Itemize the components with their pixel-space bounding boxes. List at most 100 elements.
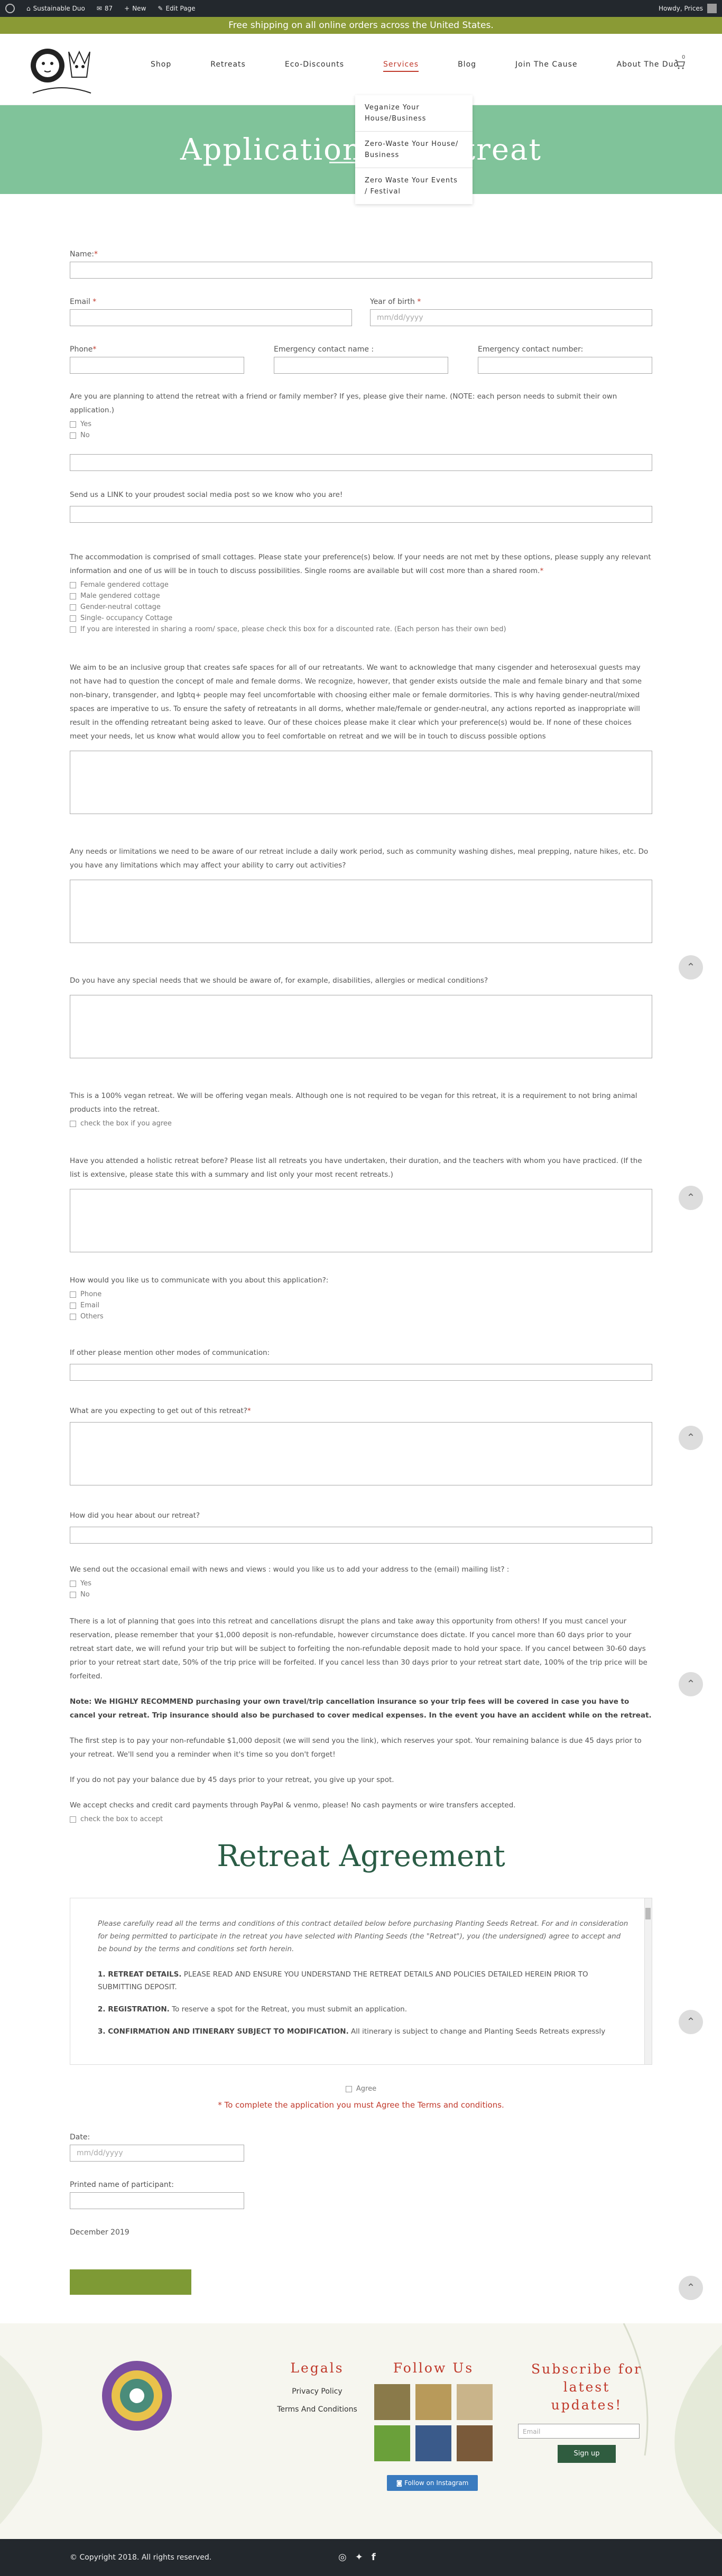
- comm-others-checkbox[interactable]: [70, 1313, 76, 1320]
- instagram-icon[interactable]: ◎: [338, 2552, 347, 2563]
- admin-new[interactable]: + New: [124, 5, 146, 12]
- social-links: ◎ ✦ f: [338, 2552, 376, 2563]
- nav-blog[interactable]: Blog: [458, 60, 476, 72]
- scroll-top-button-3[interactable]: ⌃: [679, 1426, 703, 1450]
- accept-label: check the box to accept: [80, 1815, 163, 1823]
- scroll-top-button[interactable]: ⌃: [679, 955, 703, 980]
- other-modes-question: If other please mention other modes of c…: [70, 1349, 270, 1357]
- dropdown-item-zero-waste-house[interactable]: Zero-Waste Your House/ Business: [355, 132, 473, 168]
- instagram-photo[interactable]: [457, 2425, 493, 2461]
- terms-link[interactable]: Terms And Conditions: [264, 2405, 370, 2414]
- accom-single-checkbox[interactable]: [70, 615, 76, 622]
- instagram-photo[interactable]: [374, 2384, 410, 2420]
- dob-input[interactable]: mm/dd/yyyy: [370, 309, 652, 326]
- agreement-scrollbox[interactable]: Please carefully read all the terms and …: [70, 1898, 652, 2065]
- agreement-item-3: 3. CONFIRMATION AND ITINERARY SUBJECT TO…: [98, 2025, 631, 2038]
- agreement-scrollbar[interactable]: [644, 1898, 652, 2064]
- plus-icon: +: [124, 5, 130, 12]
- facebook-icon[interactable]: f: [372, 2552, 376, 2563]
- footer-logo[interactable]: [98, 2357, 175, 2434]
- comm-phone-label: Phone: [80, 1290, 102, 1298]
- comment-icon: ✉: [96, 5, 102, 12]
- inclusive-paragraph: We aim to be an inclusive group that cre…: [70, 663, 642, 741]
- scroll-top-button-4[interactable]: ⌃: [679, 1672, 703, 1696]
- instagram-photo[interactable]: [415, 2384, 451, 2420]
- friend-yes-label: Yes: [80, 420, 91, 428]
- instagram-photo[interactable]: [415, 2425, 451, 2461]
- admin-edit-page[interactable]: ✎ Edit Page: [158, 5, 195, 12]
- comm-others-label: Others: [80, 1313, 104, 1321]
- agreement-item-3-body: All itinerary is subject to change and P…: [351, 2027, 606, 2036]
- wp-logo-icon[interactable]: [5, 4, 15, 13]
- friend-no-checkbox[interactable]: [70, 432, 76, 439]
- signup-button[interactable]: Sign up: [558, 2445, 616, 2463]
- scroll-top-button-2[interactable]: ⌃: [679, 1186, 703, 1210]
- accom-neutral-checkbox[interactable]: [70, 604, 76, 611]
- social-question: Send us a LINK to your proudest social m…: [70, 491, 343, 499]
- scroll-top-button-6[interactable]: ⌃: [679, 2276, 703, 2300]
- legals-title: Legals: [290, 2360, 344, 2376]
- chevron-up-icon: ⌃: [686, 961, 696, 973]
- admin-new-label: New: [132, 5, 146, 12]
- other-modes-input[interactable]: [70, 1364, 652, 1381]
- printed-name-input[interactable]: [70, 2192, 244, 2209]
- ec-name-input[interactable]: [274, 357, 448, 374]
- special-needs-textarea[interactable]: [70, 995, 652, 1058]
- expectations-textarea[interactable]: [70, 1422, 652, 1485]
- name-input[interactable]: [70, 262, 652, 279]
- ec-number-input[interactable]: [478, 357, 652, 374]
- admin-comments[interactable]: ✉ 87: [97, 5, 113, 12]
- dropdown-item-veganize[interactable]: Veganize Your House/Business: [355, 95, 473, 132]
- vegan-agree-checkbox[interactable]: [70, 1120, 76, 1127]
- holistic-textarea[interactable]: [70, 1189, 652, 1252]
- accom-female-checkbox[interactable]: [70, 581, 76, 588]
- follow-instagram-button[interactable]: ◙ Follow on Instagram: [387, 2475, 478, 2491]
- date-input[interactable]: mm/dd/yyyy: [70, 2145, 244, 2162]
- cart-icon[interactable]: 0: [673, 54, 686, 70]
- pencil-icon: ✎: [158, 5, 163, 12]
- friend-name-input[interactable]: [70, 454, 652, 471]
- admin-site-name[interactable]: ⌂ Sustainable Duo: [26, 5, 85, 12]
- comm-email-checkbox[interactable]: [70, 1302, 76, 1309]
- balance-paragraph: If you do not pay your balance due by 45…: [70, 1776, 394, 1784]
- site-footer: Legals Privacy Policy Terms And Conditio…: [0, 2323, 722, 2539]
- instagram-photo[interactable]: [374, 2425, 410, 2461]
- follow-title: Follow Us: [393, 2360, 474, 2376]
- agree-checkbox[interactable]: [345, 2085, 352, 2092]
- mailing-yes-checkbox[interactable]: [70, 1580, 76, 1587]
- agreement-item-1-head: 1. RETREAT DETAILS.: [98, 1970, 182, 1979]
- howdy-label: Howdy, Prices: [658, 5, 703, 12]
- nav-services[interactable]: Services: [383, 60, 419, 72]
- friend-yes-checkbox[interactable]: [70, 421, 76, 428]
- submit-button[interactable]: [70, 2269, 191, 2295]
- comm-phone-checkbox[interactable]: [70, 1291, 76, 1298]
- mailing-no-checkbox[interactable]: [70, 1591, 76, 1598]
- admin-account[interactable]: Howdy, Prices: [659, 4, 717, 13]
- nav-about-the-duo[interactable]: About The Duo: [617, 60, 679, 72]
- phone-input[interactable]: [70, 357, 244, 374]
- nav-eco-discounts[interactable]: Eco-Discounts: [285, 60, 344, 72]
- accom-share-checkbox[interactable]: [70, 626, 76, 633]
- ec-number-label: Emergency contact number:: [478, 345, 584, 354]
- nav-shop[interactable]: Shop: [151, 60, 171, 72]
- agreement-item-2: 2. REGISTRATION. To reserve a spot for t…: [98, 2003, 631, 2016]
- site-logo[interactable]: [27, 39, 96, 101]
- accom-male-checkbox[interactable]: [70, 593, 76, 599]
- agreement-scroll-thumb[interactable]: [645, 1908, 651, 1919]
- subscribe-email-input[interactable]: Email: [518, 2424, 640, 2439]
- nav-retreats[interactable]: Retreats: [210, 60, 246, 72]
- email-input[interactable]: [70, 309, 352, 326]
- cart-count: 0: [682, 54, 686, 60]
- social-link-input[interactable]: [70, 506, 652, 523]
- instagram-photo[interactable]: [457, 2384, 493, 2420]
- scroll-top-button-5[interactable]: ⌃: [679, 2010, 703, 2034]
- accept-checkbox[interactable]: [70, 1816, 76, 1823]
- agreement-warning: * To complete the application you must A…: [218, 2100, 504, 2110]
- hear-about-input[interactable]: [70, 1527, 652, 1544]
- limitations-textarea[interactable]: [70, 880, 652, 943]
- twitter-icon[interactable]: ✦: [355, 2552, 363, 2563]
- privacy-link[interactable]: Privacy Policy: [264, 2387, 370, 2396]
- dropdown-item-zero-waste-events[interactable]: Zero Waste Your Events / Festival: [355, 168, 473, 204]
- nav-join-the-cause[interactable]: Join The Cause: [515, 60, 578, 72]
- inclusive-textarea[interactable]: [70, 751, 652, 814]
